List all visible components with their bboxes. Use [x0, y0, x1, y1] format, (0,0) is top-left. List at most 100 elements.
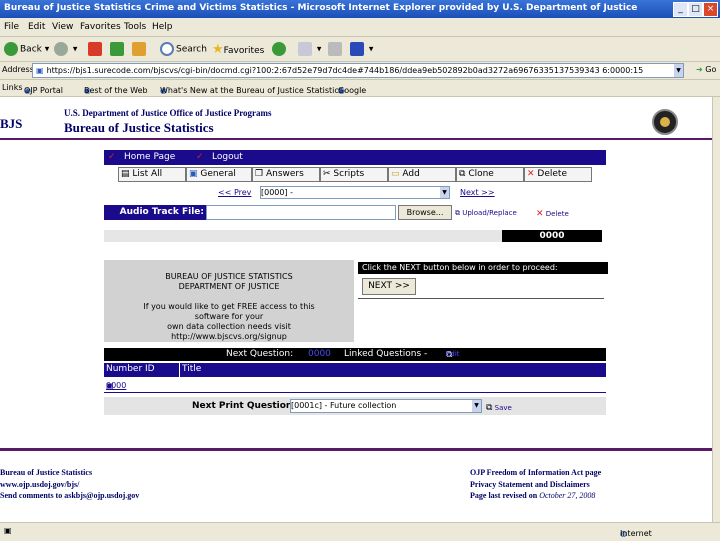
- next-link[interactable]: Next >>: [460, 188, 495, 197]
- stop-button[interactable]: [88, 42, 104, 56]
- window-title: Bureau of Justice Statistics Crime and V…: [4, 3, 638, 13]
- refresh-icon: [110, 42, 124, 56]
- prev-link[interactable]: << Prev: [218, 188, 251, 197]
- footer-last-revised-label: Page last revised on: [470, 491, 538, 500]
- stop-icon: [88, 42, 102, 56]
- linked-edit-label: Edit: [446, 350, 460, 358]
- history-button[interactable]: [272, 42, 288, 56]
- menu-tools[interactable]: Tools: [124, 22, 146, 32]
- footer-bjs: Bureau of Justice Statistics: [0, 468, 93, 477]
- title-bar: Bureau of Justice Statistics Crime and V…: [0, 0, 720, 18]
- word-icon: [350, 42, 364, 56]
- favorites-button[interactable]: ★Favorites: [212, 42, 264, 57]
- footer-foia-link[interactable]: OJP Freedom of Information Act page: [470, 468, 601, 477]
- history-icon: [272, 42, 286, 56]
- delete-button[interactable]: ✕ Delete: [524, 167, 592, 182]
- vertical-scrollbar[interactable]: [712, 97, 720, 522]
- info-line-1: BUREAU OF JUSTICE STATISTICS: [165, 272, 293, 281]
- upload-icon: ⧉: [455, 209, 460, 217]
- forward-arrow-icon: [54, 42, 68, 56]
- clone-button[interactable]: ⧉ Clone: [456, 167, 524, 182]
- delete-audio-label: Delete: [545, 210, 569, 218]
- header-department: U.S. Department of Justice Office of Jus…: [64, 108, 272, 118]
- favorites-label: Favorites: [223, 46, 265, 56]
- folder-icon: ▭: [391, 169, 400, 179]
- check-icon: ✓: [108, 152, 116, 162]
- logout-link[interactable]: Logout: [212, 152, 243, 162]
- address-url: https://bjs1.surecode.com/bjscvs/cgi-bin…: [46, 66, 644, 75]
- delete-audio-link[interactable]: ✕ Delete: [536, 209, 569, 219]
- scripts-icon: ✂: [323, 169, 331, 179]
- question-select[interactable]: [0000] - ▼: [260, 186, 450, 199]
- minimize-button[interactable]: _: [673, 2, 688, 17]
- signup-link[interactable]: http://www.bjscvs.org/signup: [104, 332, 354, 341]
- menu-file[interactable]: File: [4, 22, 19, 32]
- back-button[interactable]: Back ▾: [4, 42, 49, 56]
- audio-track-label: Audio Track File:: [104, 205, 206, 220]
- menu-help[interactable]: Help: [152, 22, 173, 32]
- question-counter: 0000: [502, 230, 602, 242]
- browse-button[interactable]: Browse...: [398, 205, 452, 220]
- action-button-row: ▤ List All ▣ General ❐ Answers ✂ Scripts…: [118, 167, 592, 182]
- search-button[interactable]: Search: [160, 42, 207, 56]
- menu-favorites[interactable]: Favorites: [80, 22, 121, 32]
- audio-track-input[interactable]: [206, 205, 396, 220]
- save-link[interactable]: ⧉ Save: [486, 403, 512, 413]
- info-line-5: own data collection needs visit: [167, 322, 291, 331]
- mail-button[interactable]: ▾: [298, 42, 321, 56]
- address-label: Address: [2, 65, 34, 74]
- next-question-bar: Next Question: 0000 Linked Questions - ⧉…: [104, 348, 606, 361]
- edit-word-button[interactable]: ▾: [350, 42, 373, 56]
- add-label: Add: [402, 169, 420, 179]
- home-button[interactable]: [132, 42, 148, 56]
- chevron-down-icon: ▼: [472, 400, 481, 412]
- link-google-label: Google: [338, 86, 367, 95]
- scripts-button[interactable]: ✂ Scripts: [320, 167, 388, 182]
- table-row: ▣ 0000: [104, 377, 606, 391]
- go-arrow-icon: ➜: [696, 65, 703, 74]
- table-divider: [104, 392, 606, 393]
- info-line-3: If you would like to get FREE access to …: [143, 302, 315, 311]
- mail-icon: [298, 42, 312, 56]
- menu-edit[interactable]: Edit: [28, 22, 45, 32]
- print-button[interactable]: [328, 42, 344, 56]
- add-button[interactable]: ▭ Add: [388, 167, 456, 182]
- footer-last-revised-date: October 27, 2008: [539, 491, 596, 500]
- questions-table-header: Number ID Title: [104, 363, 606, 377]
- address-input[interactable]: ▣ https://bjs1.surecode.com/bjscvs/cgi-bi…: [32, 63, 684, 78]
- links-label: Links: [2, 83, 23, 92]
- general-button[interactable]: ▣ General: [186, 167, 252, 182]
- back-arrow-icon: [4, 42, 18, 56]
- column-title: Title: [182, 364, 202, 374]
- maximize-button[interactable]: □: [688, 2, 703, 17]
- home-icon: [132, 42, 146, 56]
- next-print-select[interactable]: [0001c] - Future collection ▼: [290, 399, 482, 413]
- answers-button[interactable]: ❐ Answers: [252, 167, 320, 182]
- next-button[interactable]: NEXT >>: [362, 278, 416, 295]
- home-page-link[interactable]: Home Page: [124, 152, 175, 162]
- forward-button[interactable]: ▾: [54, 42, 77, 56]
- general-label: General: [200, 169, 236, 179]
- footer-privacy-link[interactable]: Privacy Statement and Disclaimers: [470, 480, 590, 489]
- delete-x-icon: ✕: [536, 209, 544, 219]
- address-dropdown-icon[interactable]: ▼: [674, 64, 683, 77]
- link-best-of-web-label: Best of the Web: [84, 86, 148, 95]
- list-all-button[interactable]: ▤ List All: [118, 167, 186, 182]
- upload-replace-link[interactable]: ⧉ Upload/Replace: [455, 209, 517, 218]
- next-question-value[interactable]: 0000: [308, 349, 331, 359]
- menu-bar: File Edit View Favorites Tools Help: [0, 18, 720, 37]
- next-print-label: Next Print Question:: [192, 401, 296, 411]
- footer-comments[interactable]: Send comments to askbjs@ojp.usdoj.gov: [0, 491, 139, 500]
- footer-bjs-url[interactable]: www.ojp.usdoj.gov/bjs/: [0, 480, 79, 489]
- go-button[interactable]: ➜ Go: [696, 65, 716, 74]
- menu-view[interactable]: View: [52, 22, 73, 32]
- progress-bar: [104, 230, 502, 242]
- chevron-down-icon: ▼: [440, 187, 449, 198]
- next-print-select-value: [0001c] - Future collection: [291, 401, 397, 410]
- status-page-icon: ▣: [4, 526, 12, 535]
- list-icon: ▤: [121, 169, 130, 179]
- refresh-button[interactable]: [110, 42, 126, 56]
- status-bar: ▣ ◍ Internet: [0, 522, 720, 541]
- close-button[interactable]: ×: [703, 2, 718, 17]
- info-line-2: DEPARTMENT OF JUSTICE: [178, 282, 280, 291]
